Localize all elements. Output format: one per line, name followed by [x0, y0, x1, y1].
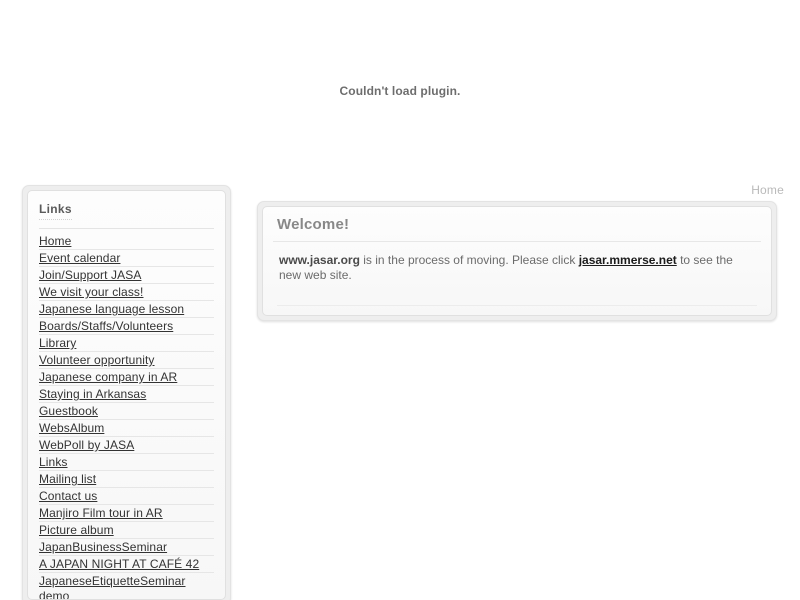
- welcome-title: Welcome!: [277, 216, 350, 233]
- list-item: WebPoll by JASA: [39, 437, 214, 454]
- page-root: Couldn't load plugin. Home Links Home Eve…: [0, 0, 800, 600]
- list-item: Staying in Arkansas: [39, 386, 214, 403]
- list-item: Picture album: [39, 522, 214, 539]
- sidebar-link[interactable]: Boards/Staffs/Volunteers: [39, 318, 214, 335]
- sidebar-link[interactable]: Home: [39, 233, 214, 250]
- list-item: Event calendar: [39, 250, 214, 267]
- sidebar-link[interactable]: Contact us: [39, 488, 214, 505]
- list-item: Volunteer opportunity: [39, 352, 214, 369]
- list-item: Boards/Staffs/Volunteers: [39, 318, 214, 335]
- sidebar-title-divider: [39, 228, 214, 229]
- list-item: We visit your class!: [39, 284, 214, 301]
- sidebar-link[interactable]: Picture album: [39, 522, 214, 539]
- list-item: Guestbook: [39, 403, 214, 420]
- sidebar-inner: Links Home Event calendar Join/Support JAS…: [27, 190, 226, 600]
- welcome-header: Welcome!: [263, 207, 771, 241]
- list-item: JapaneseEtiquetteSeminar demo: [39, 573, 214, 599]
- top-navigation: Home: [250, 181, 784, 197]
- list-item: Japanese company in AR: [39, 369, 214, 386]
- plugin-placeholder-area: Couldn't load plugin.: [0, 0, 800, 168]
- sidebar-title: Links: [39, 202, 72, 220]
- sidebar-link[interactable]: Japanese company in AR: [39, 369, 214, 386]
- list-item: A JAPAN NIGHT AT CAFÉ 42: [39, 556, 214, 573]
- sidebar-link[interactable]: JapaneseEtiquetteSeminar demo: [39, 573, 214, 599]
- list-item: Contact us: [39, 488, 214, 505]
- sidebar-link-list: Home Event calendar Join/Support JASA We vi…: [39, 233, 214, 599]
- sidebar-link[interactable]: A JAPAN NIGHT AT CAFÉ 42: [39, 556, 214, 573]
- nav-link-home[interactable]: Home: [751, 183, 784, 197]
- sidebar-link[interactable]: Links: [39, 454, 214, 471]
- sidebar-link[interactable]: Staying in Arkansas: [39, 386, 214, 403]
- welcome-text-middle: is in the process of moving. Please clic…: [359, 253, 579, 267]
- sidebar-link[interactable]: Join/Support JASA: [39, 267, 214, 284]
- sidebar-links-panel: Links Home Event calendar Join/Support JAS…: [22, 185, 231, 600]
- sidebar-link[interactable]: Mailing list: [39, 471, 214, 488]
- list-item: Manjiro Film tour in AR: [39, 505, 214, 522]
- welcome-panel: Welcome! www.jasar.org is in the process…: [257, 201, 777, 321]
- sidebar-link[interactable]: We visit your class!: [39, 284, 214, 301]
- plugin-error-message: Couldn't load plugin.: [339, 84, 461, 98]
- list-item: Mailing list: [39, 471, 214, 488]
- sidebar-link[interactable]: Event calendar: [39, 250, 214, 267]
- sidebar-link[interactable]: Guestbook: [39, 403, 214, 420]
- list-item: Home: [39, 233, 214, 250]
- sidebar-link[interactable]: Japanese language lesson: [39, 301, 214, 318]
- list-item: JapanBusinessSeminar: [39, 539, 214, 556]
- list-item: Links: [39, 454, 214, 471]
- sidebar-link[interactable]: WebPoll by JASA: [39, 437, 214, 454]
- sidebar-link[interactable]: Volunteer opportunity: [39, 352, 214, 369]
- list-item: Japanese language lesson: [39, 301, 214, 318]
- sidebar-link[interactable]: JapanBusinessSeminar: [39, 539, 214, 556]
- welcome-new-site-link[interactable]: jasar.mmerse.net: [579, 253, 677, 267]
- list-item: Join/Support JASA: [39, 267, 214, 284]
- welcome-inner: Welcome! www.jasar.org is in the process…: [262, 206, 772, 316]
- sidebar-link[interactable]: Manjiro Film tour in AR: [39, 505, 214, 522]
- list-item: Library: [39, 335, 214, 352]
- sidebar-link[interactable]: WebsAlbum: [39, 420, 214, 437]
- welcome-footer-divider: [277, 305, 757, 306]
- welcome-site-name: www.jasar.org: [279, 253, 360, 267]
- sidebar-link[interactable]: Library: [39, 335, 214, 352]
- welcome-body-text: www.jasar.org is in the process of movin…: [263, 242, 771, 305]
- list-item: WebsAlbum: [39, 420, 214, 437]
